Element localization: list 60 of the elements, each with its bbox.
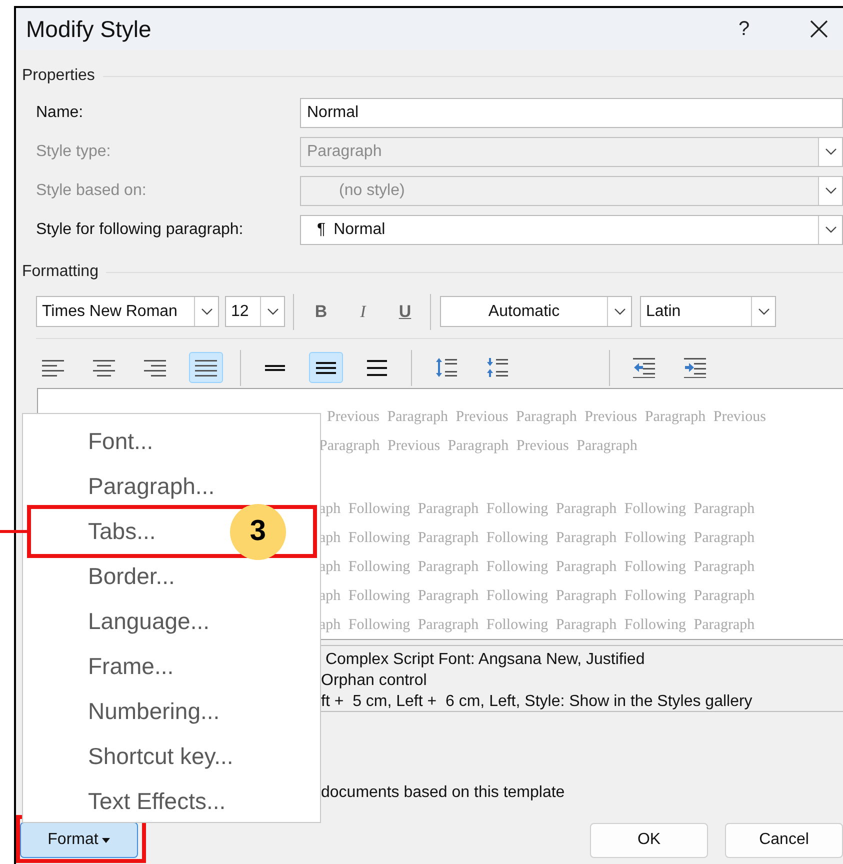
caret-icon: [102, 838, 110, 842]
menu-item[interactable]: Language...: [88, 604, 210, 639]
chevron-down-icon: [266, 308, 278, 316]
name-field[interactable]: Normal: [300, 98, 843, 128]
font-dropdown[interactable]: Times New Roman: [36, 296, 219, 327]
help-button[interactable]: ?: [734, 14, 754, 44]
decrease-spacing-icon: [486, 357, 508, 378]
close-icon: [810, 20, 828, 38]
menu-item[interactable]: Frame...: [88, 649, 174, 684]
description-text: Orphan control: [321, 671, 427, 691]
justify-button[interactable]: [189, 352, 223, 383]
menu-item[interactable]: Border...: [88, 559, 175, 594]
align-right-icon: [144, 357, 166, 378]
decrease-indent-icon: [633, 357, 655, 378]
step-badge: 3: [230, 504, 286, 560]
style-dropdown[interactable]: ¶ Normal: [300, 215, 843, 245]
menu-item[interactable]: Text Effects...: [88, 784, 226, 819]
menu-item[interactable]: Numbering...: [88, 694, 220, 729]
chevron-down-icon: [758, 308, 770, 316]
underline-button[interactable]: U: [392, 296, 418, 326]
ok-button[interactable]: OK: [590, 822, 708, 858]
menu-item[interactable]: Tabs...: [88, 514, 156, 549]
preview-text: Paragraph Previous Paragraph Previous Paragraph: [319, 437, 638, 456]
field-label: Style type:: [36, 142, 112, 162]
field-label: Name:: [36, 103, 84, 123]
menu-item[interactable]: Shortcut key...: [88, 739, 234, 774]
increase-spacing-icon: [435, 357, 457, 378]
align-left-icon: [42, 357, 64, 378]
pilcrow-icon: ¶: [317, 218, 326, 242]
section-heading: Properties: [22, 66, 95, 86]
one-and-half-spacing-button[interactable]: [309, 352, 343, 383]
window-title: Modify Style: [26, 14, 152, 44]
menu-item[interactable]: Paragraph...: [88, 469, 215, 504]
menu-item[interactable]: Font...: [88, 424, 154, 459]
size-dropdown[interactable]: 12: [225, 296, 285, 327]
italic-button[interactable]: I: [350, 296, 376, 326]
template-option-label: documents based on this template: [321, 783, 565, 801]
format-button[interactable]: Format: [20, 822, 138, 858]
chevron-down-icon: [614, 308, 626, 316]
cancel-button[interactable]: Cancel: [725, 822, 843, 858]
chevron-down-icon: [200, 308, 212, 316]
field-label: Style based on:: [36, 181, 148, 201]
section-heading: Formatting: [22, 262, 98, 282]
double-spacing-icon: [367, 360, 387, 376]
field-label: Style for following paragraph:: [36, 220, 244, 240]
chevron-down-icon: [824, 148, 836, 156]
preview-text: Previous Paragraph Previous Paragraph Previous Paragraph Previous: [327, 408, 766, 427]
chevron-down-icon: [824, 226, 836, 234]
script-dropdown[interactable]: Latin: [640, 296, 776, 327]
leader-line: [0, 530, 27, 533]
single-spacing-icon: [265, 364, 285, 370]
justify-icon: [195, 357, 217, 378]
bold-button[interactable]: B: [308, 296, 334, 326]
increase-indent-icon: [684, 357, 706, 378]
description-text: ft + 5 cm, Left + 6 cm, Left, Style: Show in the Styles gallery: [321, 692, 752, 712]
align-center-icon: [93, 357, 115, 378]
chevron-down-icon: [824, 187, 836, 195]
description-text: Complex Script Font: Angsana New, Justified: [324, 650, 645, 670]
font-color-dropdown[interactable]: Automatic: [440, 296, 632, 327]
one-and-half-spacing-icon: [316, 362, 336, 374]
